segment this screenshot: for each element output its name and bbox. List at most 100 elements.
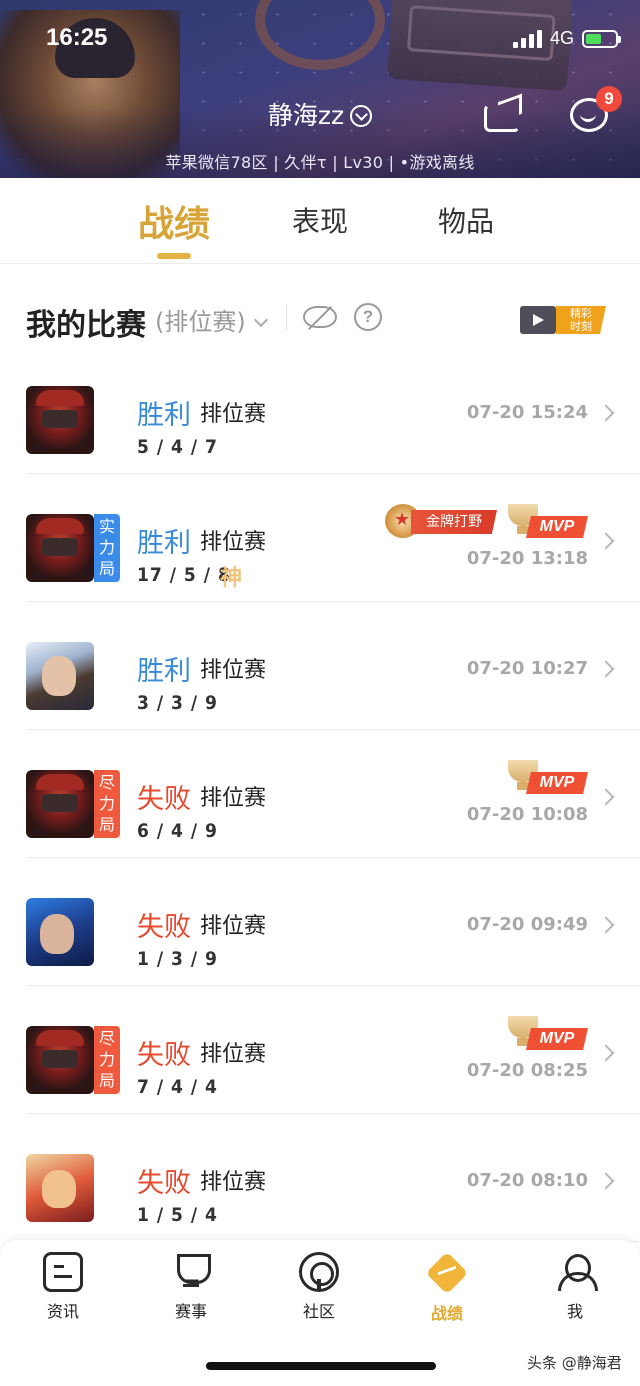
- match-mode: 排位赛: [200, 786, 267, 811]
- gold-badge-label: 金牌打野: [411, 510, 497, 534]
- match-mode: 排位赛: [200, 530, 267, 555]
- mvp-badge: MVP: [508, 504, 588, 538]
- filter-label: (排位赛): [155, 308, 246, 336]
- chevron-right-icon: [597, 532, 615, 550]
- chevron-down-icon: [350, 105, 373, 127]
- status-time: 16:25: [46, 24, 108, 51]
- network-type: 4G: [549, 28, 574, 48]
- profile-name-switch[interactable]: 静海zz: [0, 96, 640, 132]
- highlight-moments-button[interactable]: 精彩 时刻: [520, 303, 608, 337]
- hero-avatar: [26, 386, 94, 454]
- match-result: 失败: [137, 912, 191, 943]
- match-result: 失败: [137, 1168, 191, 1199]
- match-kda: 6 / 4 / 9: [137, 820, 218, 842]
- nav-stats[interactable]: 战绩: [397, 1252, 497, 1324]
- match-row[interactable]: 失败 排位赛 1 / 5 / 4 07-20 08:10: [0, 1114, 640, 1242]
- match-row[interactable]: 胜利 排位赛 5 / 4 / 7 07-20 15:24: [0, 346, 640, 474]
- chevron-right-icon: [597, 1172, 615, 1190]
- match-mode: 排位赛: [200, 402, 267, 427]
- nav-events[interactable]: 赛事: [141, 1252, 241, 1322]
- mvp-label: MVP: [526, 516, 588, 538]
- match-mode: 排位赛: [200, 658, 267, 683]
- nav-news[interactable]: 资讯: [13, 1252, 113, 1322]
- match-kda: 17 / 5 / 8: [137, 564, 231, 586]
- match-time: 07-20 10:27: [466, 658, 588, 679]
- video-camera-icon: [520, 306, 556, 334]
- chevron-right-icon: [597, 788, 615, 806]
- match-kda: 3 / 3 / 9: [137, 692, 218, 714]
- hero-avatar: [26, 770, 94, 838]
- hero-avatar: [26, 514, 94, 582]
- news-icon: [43, 1252, 83, 1292]
- tab-record[interactable]: 战绩: [101, 178, 247, 263]
- nav-label: 战绩: [430, 1304, 463, 1323]
- match-kda: 7 / 4 / 4: [137, 1076, 218, 1098]
- match-row[interactable]: 失败 排位赛 1 / 3 / 9 07-20 09:49: [0, 858, 640, 986]
- nav-me[interactable]: 我: [525, 1252, 625, 1322]
- match-result: 胜利: [137, 656, 191, 687]
- mvp-badge: MVP: [508, 1016, 588, 1050]
- match-time: 07-20 15:24: [466, 402, 588, 423]
- hero-avatar: [26, 898, 94, 966]
- hero-avatar: [26, 642, 94, 710]
- match-type-filter[interactable]: (排位赛): [155, 302, 268, 337]
- gold-jungle-badge: 金牌打野: [385, 504, 497, 538]
- match-time: 07-20 09:49: [466, 914, 588, 935]
- divider: [286, 304, 287, 330]
- share-button[interactable]: [482, 93, 526, 134]
- help-icon[interactable]: ?: [354, 303, 382, 331]
- nav-label: 我: [566, 1302, 583, 1321]
- mvp-badge: MVP: [508, 760, 588, 794]
- match-kda: 5 / 4 / 7: [137, 436, 218, 458]
- match-kda: 1 / 5 / 4: [137, 1204, 218, 1226]
- nav-label: 资讯: [46, 1302, 79, 1321]
- match-result: 失败: [137, 1040, 191, 1071]
- match-kda: 1 / 3 / 9: [137, 948, 218, 970]
- chevron-right-icon: [597, 1044, 615, 1062]
- hide-eye-icon[interactable]: [303, 306, 337, 328]
- hero-avatar: [26, 1026, 94, 1094]
- nav-label: 赛事: [174, 1302, 207, 1321]
- profile-subtitle: 苹果微信78区 | 久伴τ | Lv30 | •游戏离线: [165, 153, 475, 172]
- match-result: 失败: [137, 784, 191, 815]
- match-time: 07-20 10:08: [466, 804, 588, 825]
- chevron-down-icon: [253, 312, 268, 328]
- match-mode: 排位赛: [200, 1042, 267, 1067]
- match-time: 07-20 13:18: [466, 548, 588, 569]
- match-result: 胜利: [137, 400, 191, 431]
- me-icon: [555, 1252, 598, 1292]
- watermark: 头条 @静海君: [527, 1354, 622, 1372]
- match-mode: 排位赛: [200, 1170, 267, 1195]
- match-time: 07-20 08:10: [466, 1170, 588, 1191]
- nav-label: 社区: [302, 1302, 335, 1321]
- nav-community[interactable]: 社区: [269, 1252, 369, 1322]
- match-row[interactable]: 胜利 排位赛 3 / 3 / 9 07-20 10:27: [0, 602, 640, 730]
- tab-items[interactable]: 物品: [393, 178, 539, 263]
- tab-bar: 战绩 表现 物品: [0, 178, 640, 264]
- home-indicator[interactable]: [206, 1362, 436, 1370]
- match-row[interactable]: 尽力局失败 排位赛 6 / 4 / 9 MVP 07-20 10:08: [0, 730, 640, 858]
- match-row[interactable]: 尽力局失败 排位赛 7 / 4 / 4 MVP 07-20 08:25: [0, 986, 640, 1114]
- status-indicators: 4G: [512, 28, 621, 49]
- trophy-icon: [171, 1252, 211, 1292]
- chevron-right-icon: [597, 660, 615, 678]
- game-tag: 实力局: [94, 514, 120, 582]
- mvp-label: MVP: [526, 1028, 588, 1050]
- match-time: 07-20 08:25: [466, 1060, 588, 1081]
- chevron-right-icon: [597, 404, 615, 422]
- game-tag: 尽力局: [94, 770, 120, 838]
- stats-icon: [426, 1252, 468, 1294]
- god-badge: 神: [220, 566, 243, 591]
- hero-avatar: [26, 1154, 94, 1222]
- message-badge: 9: [596, 86, 622, 112]
- signal-icon: [512, 29, 542, 48]
- match-row[interactable]: 实力局胜利排位赛 17 / 5 / 8神 金牌打野 MVP 07-20 13:18: [0, 474, 640, 602]
- match-result: 胜利: [137, 528, 191, 559]
- match-mode: 排位赛: [200, 914, 267, 939]
- mvp-label: MVP: [526, 772, 588, 794]
- chevron-right-icon: [597, 916, 615, 934]
- profile-name: 静海zz: [267, 101, 345, 130]
- tab-performance[interactable]: 表现: [247, 178, 393, 263]
- highlight-label: 精彩 时刻: [556, 306, 606, 334]
- community-icon: [299, 1252, 339, 1292]
